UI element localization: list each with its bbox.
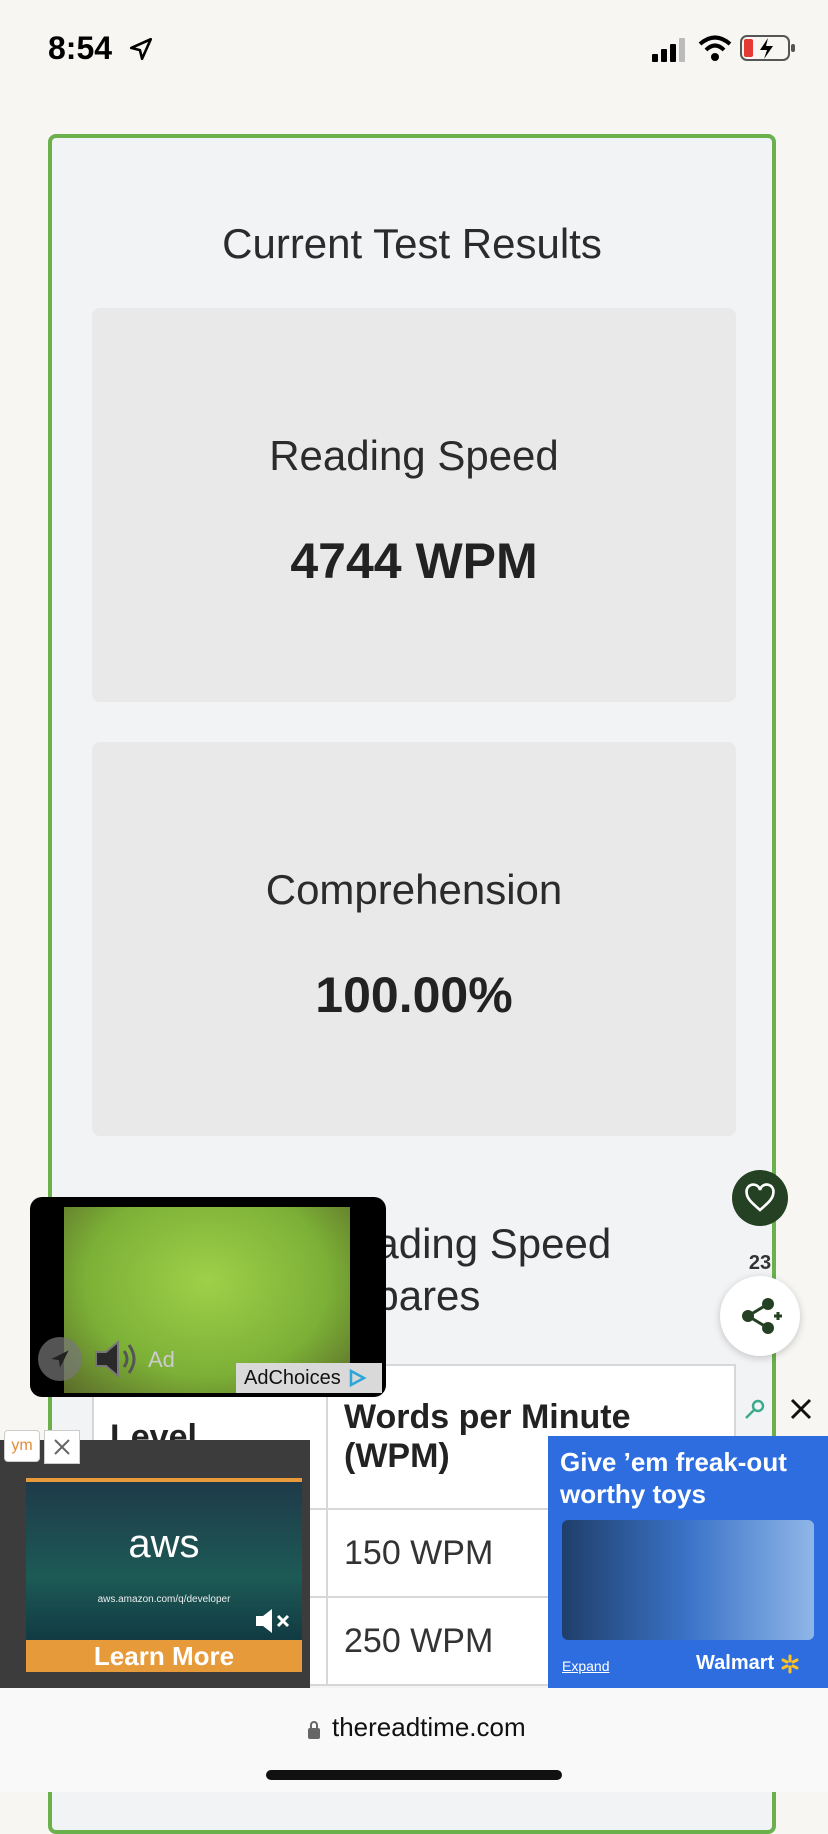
share-count: 23: [748, 1252, 772, 1274]
cellular-signal-icon: [652, 38, 685, 62]
walmart-headline: Give ’em freak-out worthy toys: [560, 1447, 787, 1509]
reading-speed-value: 4744 WPM: [290, 533, 538, 589]
ym-badge[interactable]: ym: [4, 1430, 40, 1462]
adchoices-icon: [349, 1368, 367, 1388]
aws-logo: aws: [128, 1522, 200, 1566]
walmart-spark-icon: [781, 1654, 799, 1674]
compare-heading-line2: npares: [352, 1272, 481, 1319]
comprehension-value: 100.00%: [315, 967, 513, 1023]
home-indicator: [266, 1770, 562, 1780]
comprehension-box: Comprehension 100.00%: [92, 742, 736, 1136]
status-bar: 8:54: [0, 0, 828, 100]
ad-close-button[interactable]: [44, 1430, 80, 1464]
ad-label: Ad: [148, 1347, 175, 1372]
navigate-button[interactable]: [38, 1337, 82, 1381]
compass-arrow-icon: [51, 1350, 69, 1368]
status-time: 8:54: [48, 30, 113, 66]
browser-url-bar[interactable]: thereadtime.com: [0, 1688, 828, 1792]
walmart-ad-image: [562, 1520, 814, 1640]
lock-icon: [308, 1721, 320, 1739]
share-icon: [742, 1298, 782, 1334]
favorite-button[interactable]: [732, 1170, 788, 1226]
speaker-icon[interactable]: [92, 1337, 142, 1381]
aws-ad[interactable]: aws aws.amazon.com/q/developer Learn Mor…: [26, 1478, 302, 1672]
resize-icon[interactable]: [742, 1398, 766, 1422]
walmart-brand-text: Walmart: [696, 1652, 775, 1674]
close-icon[interactable]: [788, 1396, 814, 1422]
comprehension-label: Comprehension: [265, 866, 563, 913]
wifi-icon: [698, 35, 732, 61]
learn-more-button[interactable]: Learn More: [26, 1640, 302, 1672]
battery-charging-icon: [740, 35, 795, 61]
compare-heading-line1: eading Speed: [352, 1220, 612, 1267]
reading-speed-label: Reading Speed: [269, 432, 559, 479]
close-icon: [54, 1439, 70, 1455]
adchoices-label: AdChoices: [244, 1366, 341, 1389]
reading-speed-box: Reading Speed 4744 WPM: [92, 308, 736, 702]
expand-link[interactable]: Expand: [562, 1658, 609, 1674]
mute-icon[interactable]: [254, 1606, 292, 1636]
location-arrow-icon: [129, 37, 153, 61]
heart-icon: [745, 1183, 775, 1212]
adchoices-link[interactable]: AdChoices: [236, 1363, 382, 1393]
url-text[interactable]: thereadtime.com: [332, 1712, 526, 1743]
aws-url: aws.amazon.com/q/developer: [97, 1594, 231, 1605]
results-title: Current Test Results: [222, 220, 602, 267]
share-button[interactable]: [720, 1276, 800, 1356]
video-ad[interactable]: Ad AdChoices: [30, 1197, 386, 1397]
walmart-logo: Walmart: [696, 1652, 800, 1675]
walmart-ad[interactable]: Give ’em freak-out worthy toys Expand Wa…: [548, 1436, 828, 1688]
compare-heading: eading Speed npares: [352, 1218, 752, 1322]
